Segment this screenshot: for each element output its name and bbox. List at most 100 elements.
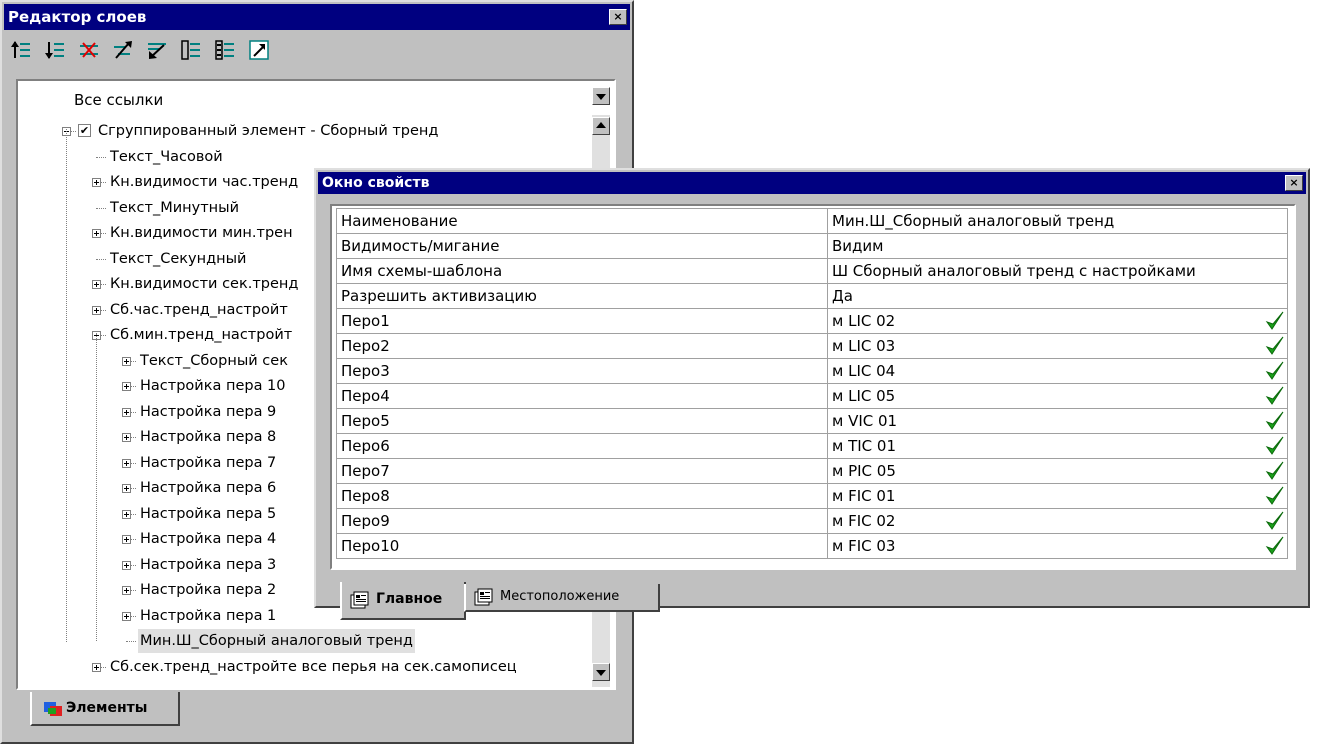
property-value[interactable]: м FIC 03 xyxy=(827,533,1288,559)
expand-icon[interactable] xyxy=(122,356,131,366)
property-name: Разрешить активизацию xyxy=(336,283,828,309)
expand-icon[interactable] xyxy=(122,535,131,544)
properties-title: Окно свойств xyxy=(322,175,430,191)
expand-icon[interactable] xyxy=(92,178,101,187)
tree-header: Все ссылки xyxy=(74,91,164,109)
property-row[interactable]: Наименование Мин.Ш_Сборный аналоговый тре… xyxy=(336,208,1288,234)
property-row[interactable]: Видимость/мигание Видим xyxy=(336,233,1288,259)
expand-icon[interactable] xyxy=(122,484,131,493)
property-value-text: м FIC 02 xyxy=(832,512,896,530)
expand-icon[interactable] xyxy=(122,458,131,468)
tree-item-label: Сб.мин.тренд_настройт xyxy=(110,327,293,343)
property-value[interactable]: м PIC 05 xyxy=(827,458,1288,484)
tree-item-label: Настройка пера 8 xyxy=(140,429,277,445)
move-up-icon xyxy=(11,41,30,58)
property-value[interactable]: м LIC 02 xyxy=(827,308,1288,334)
tree-item-label: Настройка пера 5 xyxy=(140,505,277,522)
layer-editor-titlebar[interactable]: Редактор слоев × xyxy=(4,4,630,30)
property-row[interactable]: Перо3 м LIC 04 xyxy=(336,358,1288,384)
property-value[interactable]: м LIC 05 xyxy=(827,383,1288,409)
tree-item-label: Кн.видимости сек.тренд xyxy=(110,276,299,292)
delete-link-button[interactable] xyxy=(76,36,102,66)
properties-titlebar[interactable]: Окно свойств × xyxy=(318,172,1306,194)
tab-elements[interactable]: Элементы xyxy=(30,692,180,726)
property-row[interactable]: Имя схемы-шаблона Ш Сборный аналоговый тр… xyxy=(336,258,1288,284)
property-row[interactable]: Перо7 м PIC 05 xyxy=(336,458,1288,484)
tree-item-label: Кн.видимости час.тренд xyxy=(110,174,299,190)
property-row[interactable]: Перо2 м LIC 03 xyxy=(336,333,1288,359)
expand-icon[interactable] xyxy=(122,407,131,417)
header-dropdown-button[interactable] xyxy=(592,87,610,105)
tree-connector xyxy=(96,207,106,210)
tab-main-label: Главное xyxy=(376,591,443,607)
tree-item-label: Мин.Ш_Сборный аналоговый тренд xyxy=(138,629,415,653)
expand-icon[interactable] xyxy=(122,382,131,391)
scroll-down-button[interactable] xyxy=(592,663,610,681)
tree-item-label: Настройка пера 1 xyxy=(140,607,277,624)
move-down-button[interactable] xyxy=(42,36,68,66)
numbered-list-button[interactable] xyxy=(212,36,238,66)
jump-button[interactable] xyxy=(246,36,272,66)
layer-tabs: Элементы xyxy=(16,692,616,732)
tab-location[interactable]: Местоположение xyxy=(464,584,660,612)
expand-icon[interactable] xyxy=(122,611,131,621)
visibility-checkbox[interactable]: ✔ xyxy=(78,124,91,137)
link-down-button[interactable] xyxy=(144,36,170,66)
check-mark-icon xyxy=(1265,461,1284,480)
scroll-up-button[interactable] xyxy=(592,117,610,135)
expand-icon[interactable] xyxy=(92,280,101,289)
property-row[interactable]: Перо1 м LIC 02 xyxy=(336,308,1288,334)
list-button[interactable] xyxy=(178,36,204,66)
property-value[interactable]: Ш Сборный аналоговый тренд с настройками xyxy=(827,258,1288,284)
chevron-down-icon xyxy=(596,94,606,100)
property-value-text: м FIC 01 xyxy=(832,487,896,505)
expand-icon[interactable] xyxy=(122,433,131,442)
tree-item-label: Текст_Сборный сек xyxy=(140,352,288,369)
property-value[interactable]: м VIC 01 xyxy=(827,408,1288,434)
property-name: Перо6 xyxy=(336,433,828,459)
property-name: Перо4 xyxy=(336,383,828,409)
property-value[interactable]: Да xyxy=(827,283,1288,309)
properties-table: Наименование Мин.Ш_Сборный аналоговый тре… xyxy=(336,208,1288,559)
property-value[interactable]: м FIC 01 xyxy=(827,483,1288,509)
property-row[interactable]: Перо4 м LIC 05 xyxy=(336,383,1288,409)
property-row[interactable]: Перо8 м FIC 01 xyxy=(336,483,1288,509)
check-mark-icon xyxy=(1265,336,1284,355)
expand-icon[interactable] xyxy=(122,560,131,570)
tree-item-label: Настройка пера 6 xyxy=(140,480,277,496)
property-value[interactable]: м TIC 01 xyxy=(827,433,1288,459)
check-mark-icon xyxy=(1265,361,1284,380)
property-row[interactable]: Перо5 м VIC 01 xyxy=(336,408,1288,434)
properties-close-button[interactable]: × xyxy=(1285,175,1303,191)
properties-window: Окно свойств × Наименование Мин.Ш_Сборный… xyxy=(314,168,1310,620)
property-row[interactable]: Разрешить активизацию Да xyxy=(336,283,1288,309)
property-value[interactable]: Видим xyxy=(827,233,1288,259)
property-value[interactable]: м LIC 03 xyxy=(827,333,1288,359)
property-row[interactable]: Перо10 м FIC 03 xyxy=(336,533,1288,559)
tree-item-label: Настройка пера 10 xyxy=(140,378,286,394)
property-name: Имя схемы-шаблона xyxy=(336,258,828,284)
tree-item-label: Настройка пера 7 xyxy=(140,454,277,471)
tree-item-label: Настройка пера 4 xyxy=(140,531,277,547)
tree-connector xyxy=(96,156,106,159)
expand-icon[interactable] xyxy=(122,586,131,595)
expand-icon[interactable] xyxy=(92,305,101,315)
tab-main[interactable]: Главное xyxy=(340,582,466,620)
property-name: Перо3 xyxy=(336,358,828,384)
property-row[interactable]: Перо6 м TIC 01 xyxy=(336,433,1288,459)
property-value[interactable]: м FIC 02 xyxy=(827,508,1288,534)
property-value[interactable]: Мин.Ш_Сборный аналоговый тренд xyxy=(827,208,1288,234)
layer-toolbar xyxy=(8,36,328,68)
move-up-button[interactable] xyxy=(8,36,34,66)
expand-icon[interactable] xyxy=(92,662,101,672)
check-mark-icon xyxy=(1265,386,1284,405)
property-name: Перо2 xyxy=(336,333,828,359)
elements-icon xyxy=(44,702,62,716)
link-up-button[interactable] xyxy=(110,36,136,66)
property-row[interactable]: Перо9 м FIC 02 xyxy=(336,508,1288,534)
expand-icon[interactable] xyxy=(122,509,131,519)
layer-editor-close-button[interactable]: × xyxy=(609,9,627,25)
delete-link-icon xyxy=(80,42,98,58)
property-value[interactable]: м LIC 04 xyxy=(827,358,1288,384)
expand-icon[interactable] xyxy=(92,229,101,238)
